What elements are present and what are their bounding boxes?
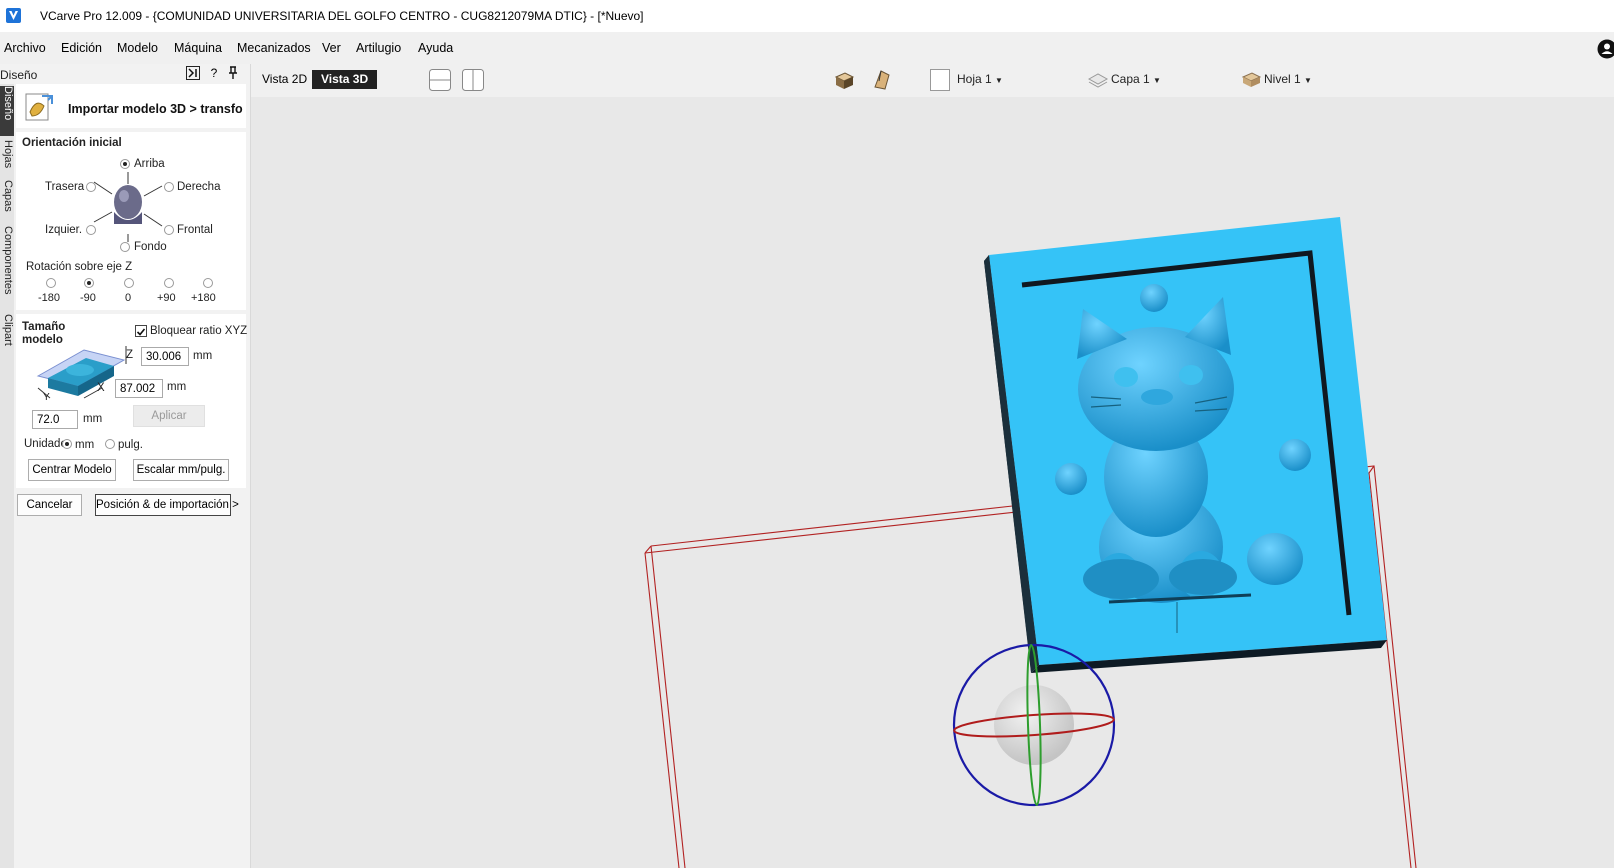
sheet-dropdown[interactable]: Hoja 1 ▼ <box>957 72 1003 86</box>
rotation-plus90-radio[interactable] <box>164 278 174 288</box>
window-title: VCarve Pro 12.009 - {COMUNIDAD UNIVERSIT… <box>40 9 644 23</box>
tab-hojas[interactable]: Hojas <box>0 140 14 176</box>
x-unit-label: mm <box>167 381 187 393</box>
import-position-button[interactable]: Posición & de importación > <box>95 494 239 516</box>
rotation-minus180-label: -180 <box>38 292 61 304</box>
units-label: Unidade <box>24 438 67 450</box>
rotation-plus180-radio[interactable] <box>203 278 213 288</box>
layer-dropdown[interactable]: Capa 1 ▼ <box>1111 72 1161 86</box>
x-axis-label: X <box>97 382 105 394</box>
tab-diseno[interactable]: Diseño <box>0 86 14 136</box>
layer-icon <box>1087 67 1109 91</box>
menu-maquina[interactable]: Máquina <box>174 41 222 55</box>
view-3d-button[interactable]: Vista 3D <box>312 70 378 89</box>
orientation-trasera-label: Trasera <box>45 181 85 193</box>
orientation-trasera-radio[interactable] <box>86 182 96 192</box>
units-inch-radio[interactable] <box>105 439 115 449</box>
orientation-arriba-radio[interactable] <box>120 159 130 169</box>
model-size-label-line1: Tamaño <box>22 321 66 333</box>
y-axis-label: Y <box>43 392 50 403</box>
orientation-fondo-radio[interactable] <box>120 242 130 252</box>
sphere-left <box>1055 463 1087 495</box>
menu-modelo[interactable]: Modelo <box>117 41 158 55</box>
level-dropdown[interactable]: Nivel 1 ▼ <box>1264 72 1312 86</box>
tab-clipart[interactable]: Clipart <box>0 314 14 354</box>
rotation-label: Rotación sobre eje Z <box>26 261 133 273</box>
rotation-minus90-radio[interactable] <box>84 278 94 288</box>
menu-archivo[interactable]: Archivo <box>4 41 46 55</box>
import-3d-model-icon <box>22 90 56 124</box>
title-bar: VCarve Pro 12.009 - {COMUNIDAD UNIVERSIT… <box>0 0 1614 32</box>
menu-ver[interactable]: Ver <box>322 41 341 55</box>
apply-button[interactable]: Aplicar <box>133 405 205 427</box>
orientation-derecha-label: Derecha <box>177 181 221 193</box>
orientation-arriba-label: Arriba <box>134 158 165 170</box>
vcarve-logo-icon <box>6 8 21 23</box>
sphere-top <box>1140 284 1168 312</box>
rotation-0-radio[interactable] <box>124 278 134 288</box>
split-horizontal-icon[interactable] <box>428 68 452 92</box>
pushpin-icon[interactable] <box>226 66 240 80</box>
orientation-derecha-radio[interactable] <box>164 182 174 192</box>
menu-mecanizados[interactable]: Mecanizados <box>237 41 311 55</box>
rotation-plus90-label: +90 <box>157 292 176 304</box>
z-axis-label: Z <box>126 349 134 361</box>
level-dropdown-label: Nivel 1 <box>1264 72 1301 86</box>
sheet-dropdown-label: Hoja 1 <box>957 72 992 86</box>
orientation-izquierda-radio[interactable] <box>86 225 96 235</box>
lock-ratio-label: Bloquear ratio XYZ <box>150 325 248 337</box>
rotation-0-label: 0 <box>125 292 132 304</box>
units-mm-label: mm <box>75 439 95 451</box>
cancel-button[interactable]: Cancelar <box>17 494 82 516</box>
panel-vertical-tabs: Diseño Hojas Capas Componentes Clipart <box>0 84 14 868</box>
3d-viewport[interactable] <box>251 97 1614 868</box>
user-account-icon[interactable] <box>1596 38 1614 60</box>
y-size-input[interactable] <box>32 410 78 429</box>
lock-ratio-checkbox[interactable] <box>135 325 147 337</box>
tab-capas[interactable]: Capas <box>0 180 14 218</box>
chevron-down-icon: ▼ <box>1153 76 1161 85</box>
rotation-minus180-radio[interactable] <box>46 278 56 288</box>
sheet-icon <box>930 69 950 91</box>
import-title: Importar modelo 3D > transfo <box>68 102 243 116</box>
orientation-frontal-radio[interactable] <box>164 225 174 235</box>
toolpath-setup-icon[interactable] <box>871 67 893 91</box>
orientation-izquierda-label: Izquier. <box>45 224 83 236</box>
split-vertical-icon[interactable] <box>461 68 485 92</box>
material-setup-icon[interactable] <box>833 67 855 91</box>
chevron-down-icon: ▼ <box>995 76 1003 85</box>
panel-title: Diseño <box>0 68 38 82</box>
orientation-label: Orientación inicial <box>22 137 122 149</box>
units-mm-radio[interactable] <box>62 439 72 449</box>
pin-panel-icon[interactable] <box>186 66 200 80</box>
menu-ayuda[interactable]: Ayuda <box>418 41 453 55</box>
units-inch-label: pulg. <box>118 439 143 451</box>
rotation-plus180-label: +180 <box>191 292 216 304</box>
layer-dropdown-label: Capa 1 <box>1111 72 1150 86</box>
tab-componentes[interactable]: Componentes <box>0 226 14 306</box>
level-icon <box>1240 67 1262 91</box>
menu-edicion[interactable]: Edición <box>61 41 102 55</box>
3d-model <box>984 217 1387 673</box>
y-unit-label: mm <box>83 413 103 425</box>
scale-units-button[interactable]: Escalar mm/pulg. <box>133 459 229 481</box>
orientation-diagram <box>88 172 168 242</box>
z-unit-label: mm <box>193 350 213 362</box>
help-icon[interactable]: ? <box>207 66 221 80</box>
view-2d-button[interactable]: Vista 2D <box>253 70 316 89</box>
sphere-right <box>1279 439 1311 471</box>
menu-bar: Archivo Edición Modelo Máquina Mecanizad… <box>0 38 1614 60</box>
rotation-minus90-label: -90 <box>80 292 96 304</box>
orientation-frontal-label: Frontal <box>177 224 213 236</box>
z-size-input[interactable] <box>141 347 189 366</box>
x-size-input[interactable] <box>115 379 163 398</box>
center-model-button[interactable]: Centrar Modelo <box>28 459 116 481</box>
chevron-down-icon: ▼ <box>1304 76 1312 85</box>
orientation-fondo-label: Fondo <box>134 241 167 253</box>
menu-artilugio[interactable]: Artilugio <box>356 41 401 55</box>
